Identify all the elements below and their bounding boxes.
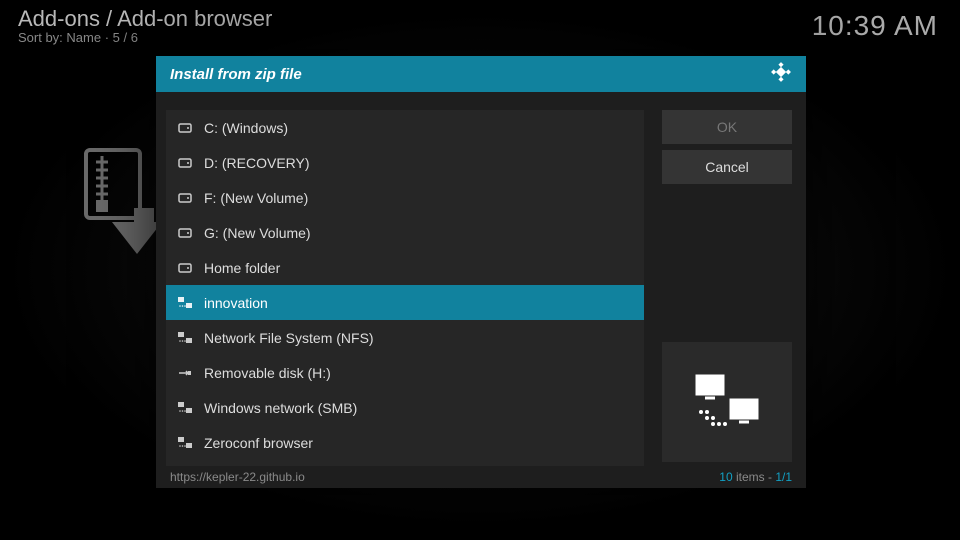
network-icon bbox=[178, 401, 192, 415]
sort-label: Sort by: Name · 5 / 6 bbox=[18, 30, 272, 45]
footer-path: https://kepler-22.github.io bbox=[170, 470, 305, 484]
file-row-label: Home folder bbox=[204, 260, 280, 276]
file-row[interactable]: innovation bbox=[166, 285, 644, 320]
drive-icon bbox=[178, 191, 192, 205]
file-row-label: D: (RECOVERY) bbox=[204, 155, 310, 171]
file-row-label: Removable disk (H:) bbox=[204, 365, 331, 381]
dialog-header: Install from zip file bbox=[156, 56, 806, 92]
network-computers-icon bbox=[691, 372, 763, 432]
network-icon bbox=[178, 436, 192, 450]
dialog-footer: https://kepler-22.github.io 10 items - 1… bbox=[156, 466, 806, 488]
cancel-button[interactable]: Cancel bbox=[662, 150, 792, 184]
file-row[interactable]: C: (Windows) bbox=[166, 110, 644, 145]
drive-icon bbox=[178, 121, 192, 135]
file-row[interactable]: Network File System (NFS) bbox=[166, 320, 644, 355]
file-row-label: G: (New Volume) bbox=[204, 225, 311, 241]
drive-icon bbox=[178, 261, 192, 275]
file-row-label: C: (Windows) bbox=[204, 120, 288, 136]
file-row-label: Network File System (NFS) bbox=[204, 330, 374, 346]
file-row[interactable]: Removable disk (H:) bbox=[166, 355, 644, 390]
file-row[interactable]: D: (RECOVERY) bbox=[166, 145, 644, 180]
file-row[interactable]: Windows network (SMB) bbox=[166, 390, 644, 425]
kodi-logo-icon bbox=[770, 61, 792, 88]
footer-count: 10 items - 1/1 bbox=[719, 470, 792, 484]
dialog-title: Install from zip file bbox=[170, 66, 302, 83]
file-row-label: Zeroconf browser bbox=[204, 435, 313, 451]
ok-button[interactable]: OK bbox=[662, 110, 792, 144]
usb-icon bbox=[178, 366, 192, 380]
network-icon bbox=[178, 296, 192, 310]
file-row-label: F: (New Volume) bbox=[204, 190, 308, 206]
network-icon bbox=[178, 331, 192, 345]
clock: 10:39 AM bbox=[812, 10, 938, 42]
file-row[interactable]: Zeroconf browser bbox=[166, 425, 644, 460]
file-row[interactable]: F: (New Volume) bbox=[166, 180, 644, 215]
file-list[interactable]: C: (Windows) D: (RECOVERY) F: (New Volume)… bbox=[166, 110, 644, 466]
drive-icon bbox=[178, 226, 192, 240]
file-row-label: Windows network (SMB) bbox=[204, 400, 357, 416]
file-row[interactable]: Home folder bbox=[166, 250, 644, 285]
install-zip-dialog: Install from zip file C: (Windows) D: (RE… bbox=[156, 56, 806, 488]
preview-pane bbox=[662, 342, 792, 462]
install-from-zip-icon bbox=[84, 148, 162, 263]
drive-icon bbox=[178, 156, 192, 170]
file-row-label: innovation bbox=[204, 295, 268, 311]
file-row[interactable]: G: (New Volume) bbox=[166, 215, 644, 250]
breadcrumb: Add-ons / Add-on browser bbox=[18, 6, 272, 32]
